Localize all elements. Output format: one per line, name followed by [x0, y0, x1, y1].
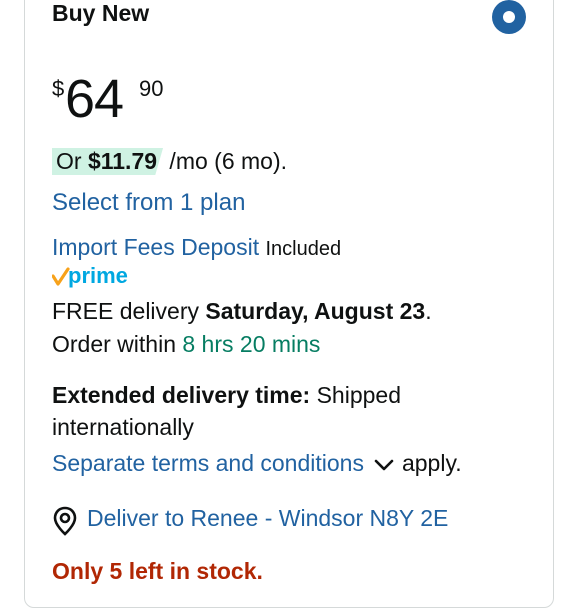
delivery-date-line: FREE delivery Saturday, August 23. [52, 298, 432, 325]
import-fees-line: Import Fees Deposit Included [52, 234, 341, 261]
prime-label: prime [68, 263, 128, 288]
terms-suffix: apply. [401, 450, 462, 476]
order-countdown: 8 hrs 20 mins [182, 331, 321, 357]
import-fees-link[interactable]: Import Fees Deposit [52, 234, 259, 260]
terms-line: Separate terms and conditions apply. [52, 450, 462, 478]
delivery-prefix: FREE delivery [52, 298, 206, 324]
chevron-down-icon[interactable] [374, 451, 394, 478]
stock-status: Only 5 left in stock. [52, 558, 263, 584]
installment-suffix: /mo (6 mo). [163, 148, 288, 174]
installment-prefix: Or [56, 148, 88, 174]
import-fees-status: Included [265, 238, 342, 260]
extended-delivery-line: Extended delivery time: Shipped [52, 382, 401, 409]
delivery-date: Saturday, August 23 [205, 298, 426, 324]
extended-delivery-text: Shipped [310, 382, 402, 408]
order-within-line: Order within 8 hrs 20 mins [52, 331, 320, 358]
price-currency-symbol: $ [52, 76, 65, 101]
deliver-to-text[interactable]: Deliver to Renee - Windsor N8Y 2E [87, 505, 448, 532]
price-fraction: 90 [139, 76, 164, 101]
delivery-date-suffix: . [425, 298, 432, 324]
price-whole: 64 [65, 69, 124, 129]
location-pin-icon [53, 506, 77, 536]
select-plan-link[interactable]: Select from 1 plan [52, 189, 245, 217]
separate-terms-link[interactable]: Separate terms and conditions [52, 450, 364, 476]
buy-new-heading: Buy New [52, 0, 150, 26]
extended-delivery-label: Extended delivery time: [52, 382, 311, 408]
installment-amount: $11.79 [87, 148, 158, 174]
radio-selected-dot [503, 11, 515, 23]
extended-delivery-text-continued: internationally [52, 414, 194, 440]
buy-new-radio-button[interactable] [492, 0, 526, 34]
installment-highlight: Or $11.79 [52, 148, 164, 175]
order-within-prefix: Order within [52, 331, 183, 357]
installment-offer: Or $11.79 /mo (6 mo). [52, 148, 287, 175]
